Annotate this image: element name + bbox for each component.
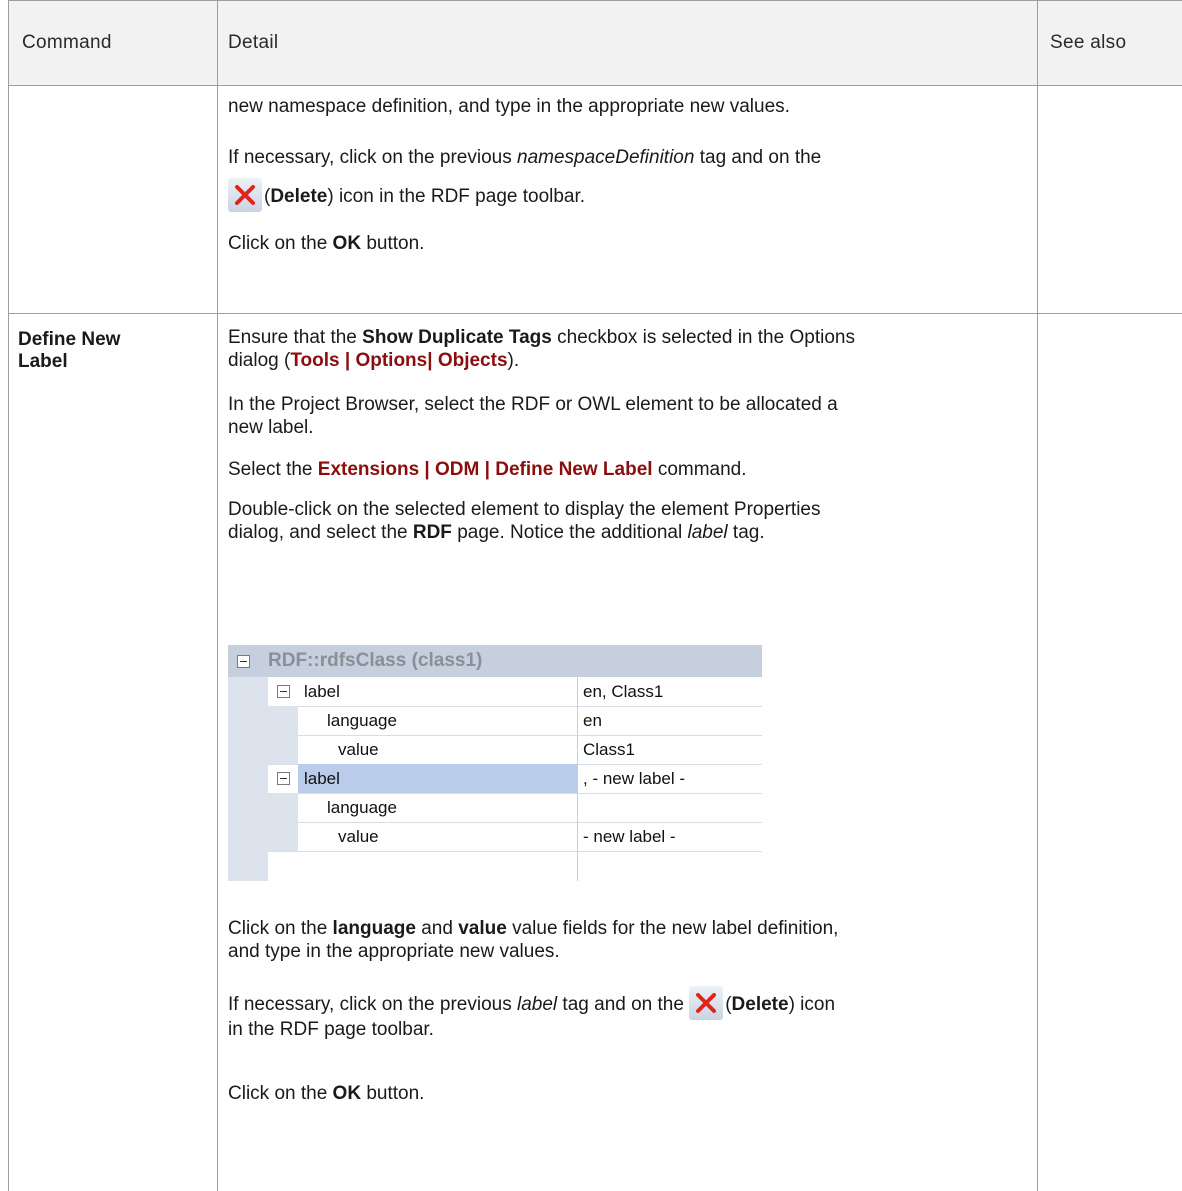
- delete-x-icon: [689, 986, 724, 1020]
- row1-paragraph-4: Click on the OK button.: [228, 233, 425, 254]
- grid-header-row: RDF::rdfsClass (class1): [228, 645, 762, 677]
- grid-gutter-tail: [228, 851, 268, 881]
- row2-paragraph-7: Click on the OK button.: [228, 1083, 425, 1104]
- column-divider-see-also: [1037, 0, 1038, 1191]
- collapse-minus-icon[interactable]: [237, 655, 250, 668]
- grid-column-divider: [577, 677, 578, 881]
- grid-gutter: [228, 793, 298, 822]
- row2-paragraph-2: In the Project Browser, select the RDF o…: [228, 394, 838, 438]
- grid-row-value: en, Class1: [583, 682, 664, 701]
- table-top-border: [8, 0, 1182, 1]
- table-header: [8, 0, 1182, 85]
- grid-row-language-2[interactable]: language: [228, 793, 762, 823]
- grid-title: RDF::rdfsClass (class1): [268, 650, 483, 671]
- table-left-border: [8, 0, 9, 1191]
- row1-paragraph-2: If necessary, click on the previous name…: [228, 147, 822, 168]
- grid-row-name: language: [327, 711, 397, 730]
- row2-paragraph-4: Double-click on the selected element to …: [228, 499, 821, 543]
- grid-row-name: value: [338, 827, 379, 846]
- ui-path-define-new-label: Extensions | ODM | Define New Label: [317, 459, 653, 480]
- ui-path-tools-options-objects: Tools | Options| Objects: [290, 350, 508, 371]
- column-header-detail: Detail: [228, 32, 279, 53]
- command-define-new-label: Define New Label: [18, 329, 121, 372]
- column-header-command: Command: [22, 32, 112, 53]
- grid-row-label-1[interactable]: label en, Class1: [228, 677, 762, 707]
- grid-row-name: language: [327, 798, 397, 817]
- grid-gutter: [228, 764, 268, 793]
- collapse-minus-icon[interactable]: [277, 772, 290, 785]
- row2-paragraph-1: Ensure that the Show Duplicate Tags chec…: [228, 327, 855, 371]
- grid-row-value: Class1: [583, 740, 635, 759]
- grid-row-value-1[interactable]: value Class1: [228, 735, 762, 765]
- row1-paragraph-1: new namespace definition, and type in th…: [228, 96, 790, 117]
- collapse-minus-icon[interactable]: [277, 685, 290, 698]
- grid-gutter: [228, 706, 298, 735]
- row2-paragraph-5: Click on the language and value value fi…: [228, 918, 839, 962]
- grid-row-value: , - new label -: [583, 769, 686, 788]
- grid-gutter: [228, 822, 298, 851]
- column-header-see-also: See also: [1050, 32, 1127, 53]
- grid-row-value: - new label -: [583, 827, 676, 846]
- row1-paragraph-3: (Delete) icon in the RDF page toolbar.: [228, 178, 1028, 214]
- delete-x-icon: [228, 178, 262, 212]
- column-divider-detail: [217, 0, 218, 1191]
- grid-row-value-2[interactable]: value - new label -: [228, 822, 762, 852]
- grid-row-name: label: [304, 769, 340, 788]
- row-divider: [8, 313, 1182, 314]
- grid-row-label-2-selected[interactable]: label , - new label -: [228, 764, 762, 794]
- grid-gutter: [228, 735, 298, 764]
- grid-row-name: label: [304, 682, 340, 701]
- row2-paragraph-6: If necessary, click on the previous labe…: [228, 986, 1028, 1041]
- header-bottom-border: [8, 85, 1182, 86]
- grid-row-name: value: [338, 740, 379, 759]
- grid-row-value: en: [583, 711, 602, 730]
- grid-gutter: [228, 677, 268, 706]
- grid-row-language-1[interactable]: language en: [228, 706, 762, 736]
- rdf-property-grid: RDF::rdfsClass (class1) label en, Class1…: [228, 645, 762, 881]
- row2-paragraph-3: Select the Extensions | ODM | Define New…: [228, 459, 747, 480]
